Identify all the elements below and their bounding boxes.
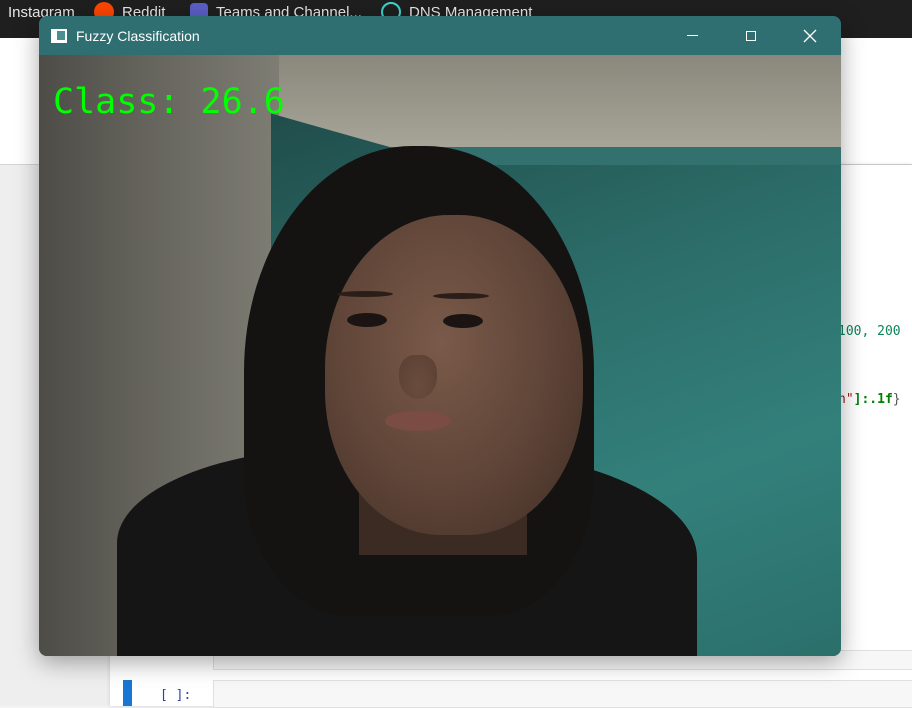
window-title: Fuzzy Classification bbox=[76, 27, 200, 44]
maximize-button[interactable] bbox=[722, 16, 780, 55]
webcam-frame: Class: 26.6 bbox=[39, 55, 841, 656]
maximize-icon bbox=[746, 30, 756, 41]
person-mouth bbox=[385, 411, 451, 431]
right-eye bbox=[443, 314, 483, 328]
close-icon bbox=[803, 29, 817, 42]
window-titlebar[interactable]: Fuzzy Classification bbox=[39, 16, 841, 55]
left-eye bbox=[347, 313, 387, 327]
right-eyebrow bbox=[433, 293, 489, 299]
background-ceiling bbox=[279, 55, 841, 147]
code-fragment: 100, 200 bbox=[838, 324, 901, 339]
cell-prompt: [ ]: bbox=[160, 688, 192, 703]
fuzzy-classification-window: Fuzzy Classification Class: 26.6 bbox=[39, 16, 841, 656]
person-nose bbox=[399, 355, 437, 399]
person-face bbox=[325, 215, 583, 535]
app-window-icon bbox=[51, 28, 67, 43]
code-brace: } bbox=[892, 392, 901, 407]
minimize-icon bbox=[686, 35, 698, 36]
left-eyebrow bbox=[337, 291, 393, 297]
code-text: 100, 200 bbox=[838, 324, 901, 339]
code-cell-input[interactable] bbox=[213, 680, 912, 708]
code-format: ]:.1f bbox=[853, 392, 893, 407]
close-button[interactable] bbox=[781, 16, 839, 55]
code-fragment: h"]:.1f} bbox=[838, 392, 901, 407]
minimize-button[interactable] bbox=[663, 16, 721, 55]
active-cell-marker bbox=[123, 680, 132, 706]
classification-label: Class: 26.6 bbox=[53, 82, 285, 122]
